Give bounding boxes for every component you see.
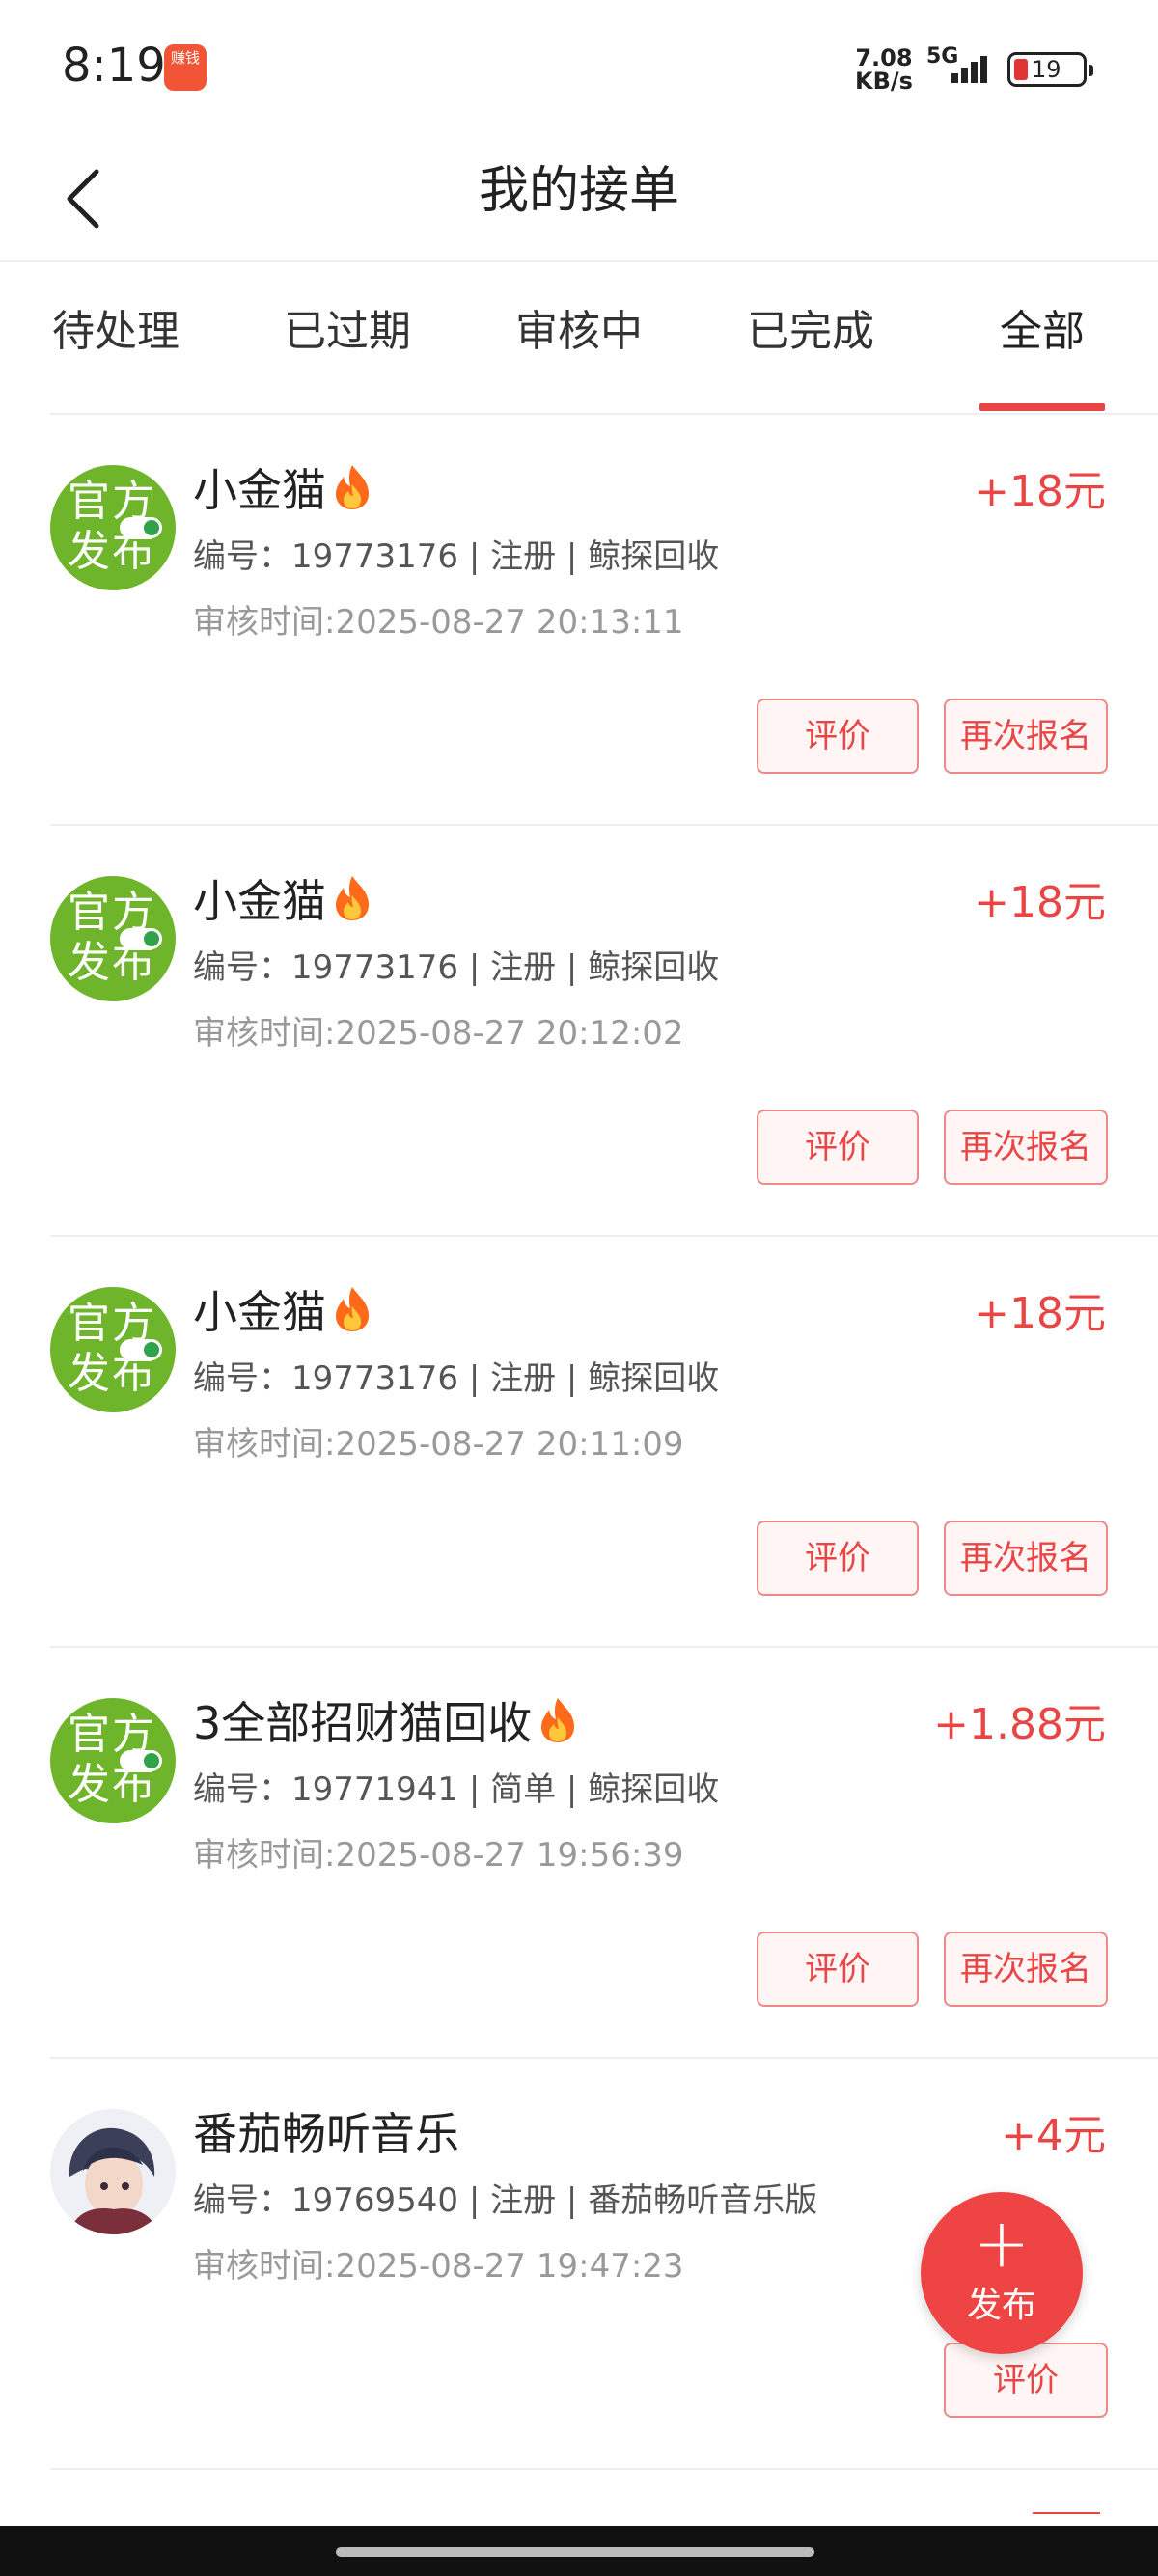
active-tab-indicator (979, 403, 1105, 411)
review-time: 审核时间:2025-08-27 19:56:39 (193, 1836, 684, 1875)
app-icon-label: 赚钱 (170, 49, 200, 67)
order-meta: 编号：19771941 | 简单 | 鲸探回收 (193, 1770, 720, 1809)
network-speed-unit: KB/s (855, 68, 913, 95)
avatar-text-line2: 发布 (68, 1349, 156, 1398)
status-tabs: 待处理 已过期 审核中 已完成 全部 (0, 264, 1158, 415)
network-type: 5G (926, 44, 959, 69)
order-meta: 编号：19773176 | 注册 | 鲸探回收 (193, 537, 720, 576)
review-time: 审核时间:2025-08-27 20:13:11 (193, 603, 684, 642)
order-title-row: 小金猫 (193, 870, 374, 932)
battery-level: 19 (1032, 56, 1062, 83)
order-title: 小金猫 (193, 464, 326, 516)
official-avatar: 官方 发布 (50, 465, 176, 590)
avatar-text-line2: 发布 (68, 1760, 156, 1809)
order-meta: 编号：19773176 | 注册 | 鲸探回收 (193, 948, 720, 987)
avatar-text-line2: 发布 (68, 938, 156, 987)
reapply-button[interactable]: 再次报名 (944, 699, 1108, 774)
fire-icon (330, 463, 374, 511)
reapply-button[interactable]: 再次报名 (944, 1521, 1108, 1596)
order-title: 小金猫 (193, 875, 326, 927)
status-time: 8:19 (62, 39, 166, 93)
tab-all[interactable]: 全部 (965, 303, 1119, 361)
tab-expired[interactable]: 已过期 (270, 303, 425, 361)
status-bar: 8:19 赚钱 7.08 KB/s 5G 19 (0, 0, 1158, 135)
order-title-row: 3全部招财猫回收 (193, 1692, 580, 1754)
tab-completed[interactable]: 已完成 (733, 303, 888, 361)
battery-icon: 19 (1007, 52, 1093, 87)
official-avatar: 官方 发布 (50, 1287, 176, 1412)
next-card-peek (0, 2512, 1158, 2526)
order-meta: 编号：19769540 | 注册 | 番茄畅听音乐版 (193, 2181, 818, 2220)
avatar-text-line2: 发布 (68, 527, 156, 576)
order-meta: 编号：19773176 | 注册 | 鲸探回收 (193, 1359, 720, 1398)
battery-level-fill (1014, 59, 1028, 80)
order-title: 小金猫 (193, 1286, 326, 1338)
fire-icon (330, 1285, 374, 1333)
rate-button[interactable]: 评价 (757, 1110, 919, 1185)
order-reward: +18元 (974, 878, 1106, 927)
page-title: 我的接单 (478, 162, 679, 220)
publish-fab-button[interactable]: + 发布 (921, 2192, 1083, 2354)
system-nav-bar (0, 2526, 1158, 2576)
network-speed-value: 7.08 (855, 44, 913, 71)
rate-button[interactable]: 评价 (757, 1932, 919, 2007)
order-card[interactable]: 官方 发布 小金猫 +18元 编号：19773176 | 注册 | 鲸探回收 审… (0, 826, 1158, 1237)
card-divider (50, 2468, 1158, 2470)
order-reward: +18元 (974, 1289, 1106, 1338)
app-header: 我的接单 (0, 135, 1158, 262)
tab-reviewing[interactable]: 审核中 (502, 303, 656, 361)
network-speed: 7.08 KB/s (855, 46, 913, 93)
order-card[interactable]: 官方 发布 小金猫 +18元 编号：19773176 | 注册 | 鲸探回收 审… (0, 1237, 1158, 1648)
review-time: 审核时间:2025-08-27 20:11:09 (193, 1425, 684, 1464)
app-notification-icon: 赚钱 (164, 44, 207, 91)
order-reward: +1.88元 (933, 1700, 1106, 1749)
fire-icon (536, 1696, 580, 1744)
home-indicator[interactable] (336, 2547, 814, 2557)
order-title: 番茄畅听音乐 (193, 2108, 459, 2160)
official-avatar: 官方 发布 (50, 876, 176, 1001)
order-title-row: 小金猫 (193, 1281, 374, 1343)
review-time: 审核时间:2025-08-27 20:12:02 (193, 1014, 684, 1053)
tab-pending[interactable]: 待处理 (39, 303, 193, 361)
fire-icon (330, 874, 374, 922)
rate-button[interactable]: 评价 (944, 2343, 1108, 2418)
order-reward: +18元 (974, 467, 1106, 516)
publisher-avatar (50, 2109, 176, 2234)
official-avatar: 官方 发布 (50, 1698, 176, 1823)
order-card[interactable]: 官方 发布 小金猫 +18元 编号：19773176 | 注册 | 鲸探回收 审… (0, 415, 1158, 826)
reapply-button[interactable]: 再次报名 (944, 1932, 1108, 2007)
order-reward: +4元 (1001, 2111, 1106, 2160)
order-title: 3全部招财猫回收 (193, 1697, 533, 1749)
review-time: 审核时间:2025-08-27 19:47:23 (193, 2247, 684, 2286)
rate-button[interactable]: 评价 (757, 699, 919, 774)
reapply-button[interactable]: 再次报名 (944, 1110, 1108, 1185)
order-title-row: 番茄畅听音乐 (193, 2103, 459, 2165)
signal-icon: 5G (924, 44, 994, 87)
rate-button[interactable]: 评价 (757, 1521, 919, 1596)
order-card[interactable]: 官方 发布 3全部招财猫回收 +1.88元 编号：19771941 | 简单 |… (0, 1648, 1158, 2059)
plus-icon: + (973, 2204, 1031, 2283)
order-title-row: 小金猫 (193, 459, 374, 521)
publish-label: 发布 (966, 2286, 1036, 2325)
